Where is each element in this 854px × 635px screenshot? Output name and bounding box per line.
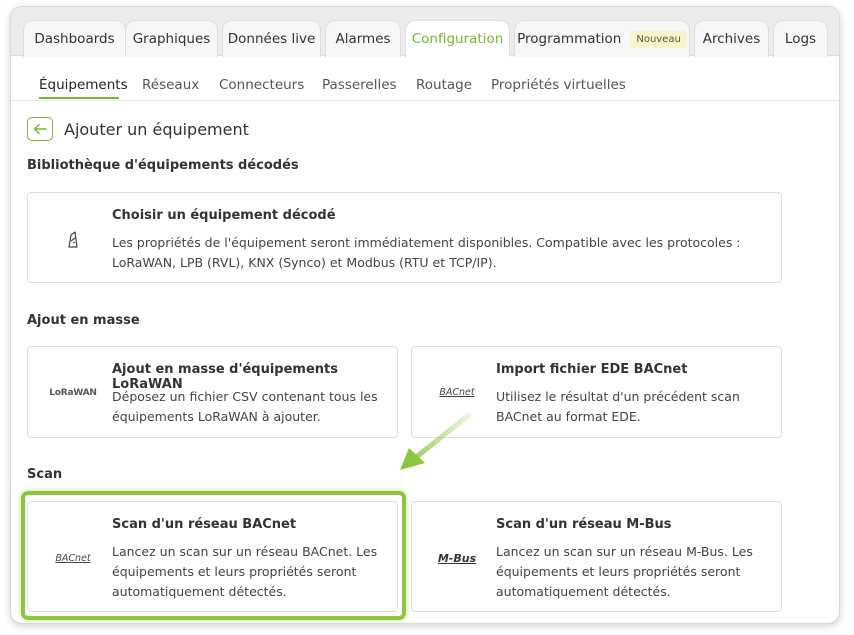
decoded-device-card[interactable]: Choisir un équipement décodé Les proprié… <box>27 192 782 283</box>
active-subtab-indicator <box>39 97 119 99</box>
tab-configuration[interactable]: Configuration <box>405 20 510 57</box>
subtab-equipements[interactable]: Équipements <box>39 77 128 93</box>
lorawan-logo-icon: LoRaWAN <box>49 388 97 398</box>
subtab-routage[interactable]: Routage <box>416 77 472 93</box>
card-description: Déposez un fichier CSV contenant tous le… <box>112 387 378 427</box>
card-title: Import fichier EDE BACnet <box>496 362 688 377</box>
new-badge: Nouveau <box>630 30 687 48</box>
subtab-passerelles[interactable]: Passerelles <box>322 77 397 93</box>
subtab-connecteurs[interactable]: Connecteurs <box>219 77 304 93</box>
tab-graphiques[interactable]: Graphiques <box>125 20 218 57</box>
main-tab-bar: Dashboards Graphiques Données live Alarm… <box>11 7 839 57</box>
ede-import-card[interactable]: BACnet Import fichier EDE BACnet Utilise… <box>411 346 782 438</box>
tab-alarmes[interactable]: Alarmes <box>325 20 401 57</box>
section-title-library: Bibliothèque d'équipements décodés <box>27 158 299 173</box>
tab-label: Logs <box>784 31 817 47</box>
subtab-proprietes-virtuelles[interactable]: Propriétés virtuelles <box>491 77 626 93</box>
description-line: équipements et leurs propriétés seront <box>496 564 741 579</box>
mbus-scan-card[interactable]: M-Bus Scan d'un réseau M-Bus Lancez un s… <box>411 501 782 612</box>
bacnet-logo-icon: BACnet <box>439 386 475 398</box>
description-line: automatiquement détectés. <box>496 584 671 599</box>
arrow-left-icon <box>33 123 47 135</box>
tab-label: Configuration <box>411 31 504 47</box>
card-description: Lancez un scan sur un réseau M-Bus. Les … <box>496 542 753 602</box>
section-title-bulk: Ajout en masse <box>27 313 140 328</box>
mbus-logo-icon: M-Bus <box>437 551 477 565</box>
tab-archives[interactable]: Archives <box>694 20 769 57</box>
description-line: Déposez un fichier CSV contenant tous le… <box>112 389 378 404</box>
card-description: Les propriétés de l'équipement seront im… <box>112 233 741 273</box>
description-line: Les propriétés de l'équipement seront im… <box>112 235 741 250</box>
tab-dashboards[interactable]: Dashboards <box>23 20 126 57</box>
tab-label: Graphiques <box>132 31 211 47</box>
tab-label: Alarmes <box>335 31 391 47</box>
tab-label: Dashboards <box>34 31 115 47</box>
description-line: Lancez un scan sur un réseau M-Bus. Les <box>496 544 753 559</box>
tab-label: Programmation <box>517 31 622 47</box>
section-title-scan: Scan <box>27 467 63 482</box>
card-title: Choisir un équipement décodé <box>112 208 336 223</box>
tab-donnees-live[interactable]: Données live <box>222 20 321 57</box>
tab-programmation[interactable]: Programmation Nouveau <box>514 20 690 57</box>
app-window: Dashboards Graphiques Données live Alarm… <box>10 6 840 624</box>
tab-logs[interactable]: Logs <box>773 20 828 57</box>
description-line: BACnet au format EDE. <box>496 409 641 424</box>
highlight-frame <box>21 491 406 620</box>
tab-label: Archives <box>702 31 761 47</box>
tab-label: Données live <box>227 31 316 47</box>
page-title: Ajouter un équipement <box>64 120 249 139</box>
description-line: équipements LoRaWAN à ajouter. <box>112 409 321 424</box>
device-outline-icon <box>44 229 102 251</box>
description-line: LoRaWAN, LPB (RVL), KNX (Synco) et Modbu… <box>112 255 497 270</box>
subtab-reseaux[interactable]: Réseaux <box>142 77 199 93</box>
card-title: Scan d'un réseau M-Bus <box>496 517 672 532</box>
sub-navigation: Équipements Réseaux Connecteurs Passerel… <box>11 57 839 101</box>
description-line: Utilisez le résultat d'un précédent scan <box>496 389 740 404</box>
card-description: Utilisez le résultat d'un précédent scan… <box>496 387 740 427</box>
lorawan-bulk-card[interactable]: LoRaWAN Ajout en masse d'équipements LoR… <box>27 346 398 438</box>
back-button[interactable] <box>27 117 53 141</box>
